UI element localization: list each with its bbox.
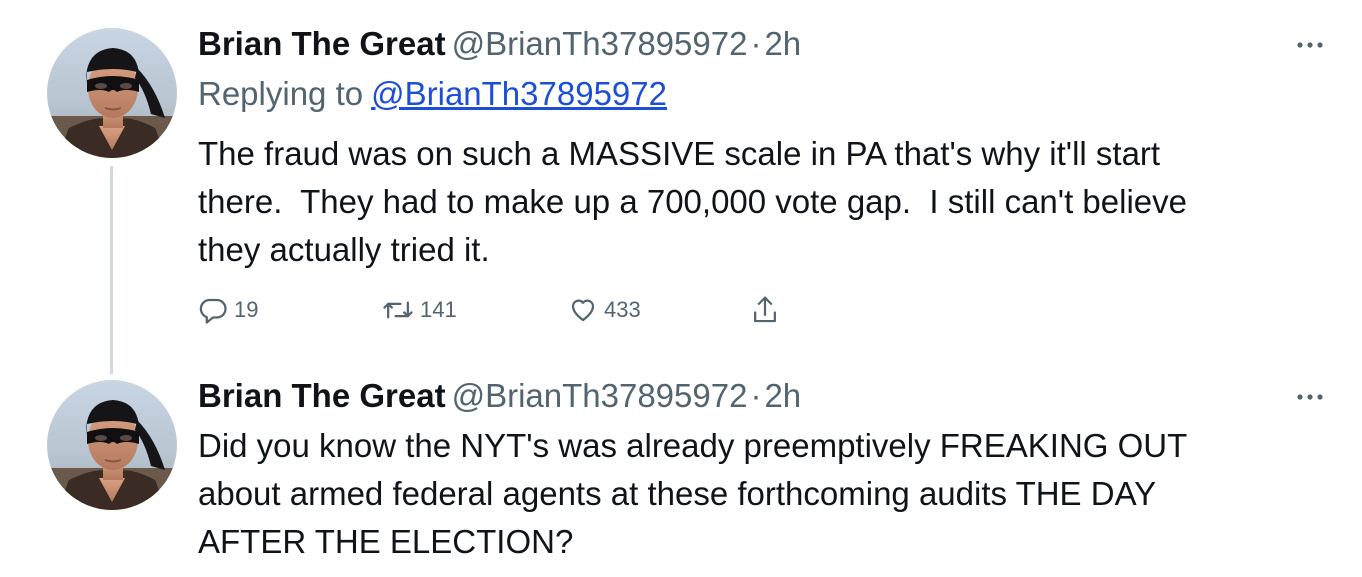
author-handle[interactable]: @BrianTh37895972 <box>452 25 748 62</box>
separator-dot: · <box>750 25 762 62</box>
author-name[interactable]: Brian The Great <box>198 377 446 414</box>
separator-dot: · <box>750 377 762 414</box>
reply-button[interactable]: 19 <box>198 292 258 328</box>
like-button[interactable]: 433 <box>568 292 641 328</box>
tweet[interactable]: Brian The Great @BrianTh37895972·2h Did y… <box>0 370 1362 577</box>
tweet-header: Brian The Great @BrianTh37895972·2h <box>198 376 801 416</box>
tweet-header: Brian The Great @BrianTh37895972·2h <box>198 24 801 64</box>
reply-icon <box>199 298 227 324</box>
tweet[interactable]: Brian The Great @BrianTh37895972·2h Reply… <box>0 0 1362 374</box>
author-name[interactable]: Brian The Great <box>198 25 446 62</box>
tweet-timestamp[interactable]: 2h <box>764 377 801 414</box>
more-options-button[interactable] <box>1290 30 1330 60</box>
retweet-button[interactable]: 141 <box>382 292 457 328</box>
author-avatar[interactable] <box>47 28 177 158</box>
replying-to-label: Replying to <box>198 75 364 112</box>
more-icon <box>1297 42 1323 48</box>
thread-connector-line <box>110 166 113 374</box>
like-count: 433 <box>604 297 641 322</box>
replying-to-line: Replying to @BrianTh37895972 <box>198 74 667 114</box>
share-icon <box>754 296 776 323</box>
author-avatar[interactable] <box>47 380 177 510</box>
retweet-icon <box>383 301 413 319</box>
more-icon <box>1297 394 1323 400</box>
tweet-text: Did you know the NYT's was already preem… <box>198 427 1188 560</box>
heart-icon <box>571 299 595 322</box>
more-options-button[interactable] <box>1290 382 1330 412</box>
replying-to-handle-link[interactable]: @BrianTh37895972 <box>371 75 667 112</box>
retweet-count: 141 <box>420 297 457 322</box>
tweet-text: The fraud was on such a MASSIVE scale in… <box>198 135 1187 268</box>
tweet-timestamp[interactable]: 2h <box>764 25 801 62</box>
reply-count: 19 <box>234 297 259 322</box>
share-button[interactable] <box>750 292 780 328</box>
author-handle[interactable]: @BrianTh37895972 <box>452 377 748 414</box>
